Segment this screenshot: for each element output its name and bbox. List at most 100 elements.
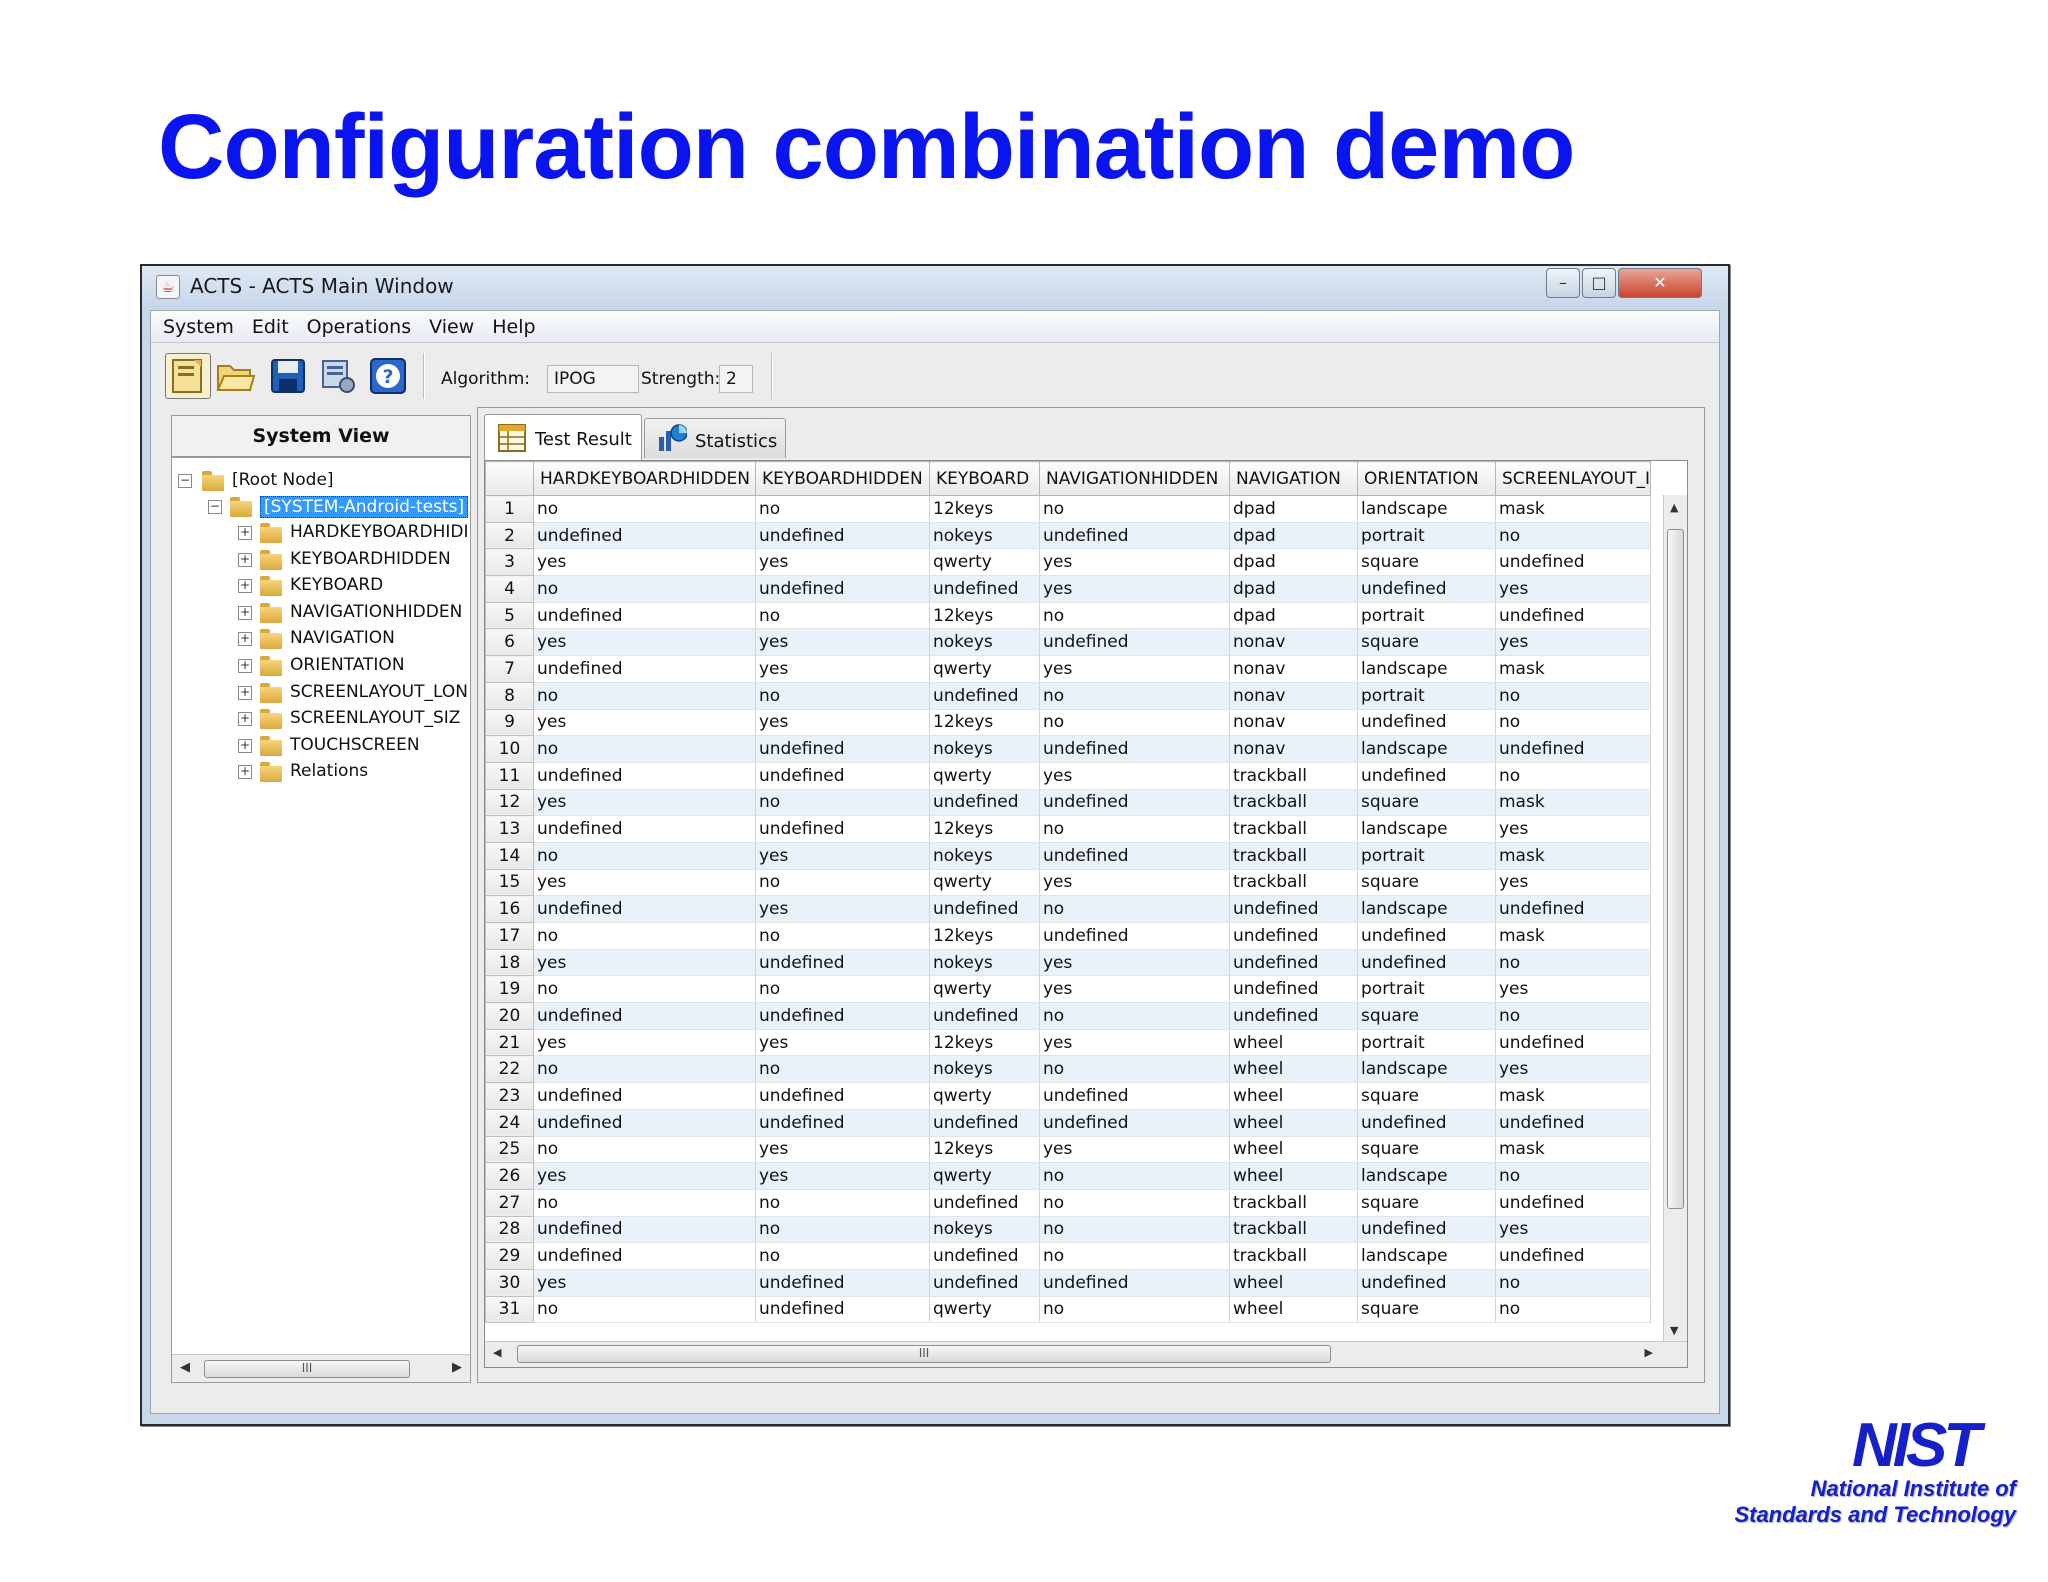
table-cell[interactable]: undefined [533,1216,756,1244]
table-row[interactable]: 16 undefined yes undefined no undefined landsc… [485,895,1652,923]
column-header[interactable]: KEYBOARDHIDDEN [755,461,930,496]
table-cell[interactable]: undefined [1495,1189,1652,1217]
table-cell[interactable]: landscape [1357,1242,1496,1270]
table-cell[interactable]: undefined [755,522,930,550]
table-cell[interactable]: wheel [1229,1136,1358,1164]
table-cell[interactable]: qwerty [929,1162,1040,1190]
table-cell[interactable]: undefined [929,1269,1040,1297]
build-button[interactable] [315,353,361,399]
table-row[interactable]: 17 no no 12keys undefined undefined undefined m… [485,922,1652,950]
table-cell[interactable]: undefined [1039,735,1230,763]
table-cell[interactable]: undefined [533,522,756,550]
table-cell[interactable]: qwerty [929,762,1040,790]
table-cell[interactable]: no [533,735,756,763]
table-cell[interactable]: no [755,1189,930,1217]
table-cell[interactable]: yes [1495,869,1652,897]
table-cell[interactable]: 12keys [929,1136,1040,1164]
table-cell[interactable]: yes [533,1162,756,1190]
table-cell[interactable]: dpad [1229,575,1358,603]
table-cell[interactable]: yes [1039,975,1230,1004]
table-cell[interactable]: square [1357,1136,1496,1164]
table-cell[interactable]: landscape [1357,815,1496,843]
table-row[interactable]: 20 undefined undefined undefined no undefined… [485,1002,1652,1030]
table-cell[interactable]: nonav [1229,655,1358,683]
column-header[interactable]: KEYBOARD [929,461,1040,496]
column-header[interactable]: ORIENTATION [1357,461,1496,496]
table-cell[interactable]: mask [1495,842,1652,870]
table-cell[interactable]: undefined [1039,1082,1230,1110]
strength-field[interactable]: 2 [719,365,753,393]
table-cell[interactable]: no [755,975,930,1004]
table-cell[interactable]: no [533,975,756,1004]
grid-hscrollbar[interactable]: ◀ III ▶ [485,1341,1687,1367]
table-cell[interactable]: no [1039,1216,1230,1244]
tab-test-result[interactable]: Test Result [484,414,642,460]
table-cell[interactable]: yes [533,869,756,897]
scroll-right-icon[interactable]: ▶ [1645,1346,1653,1359]
table-cell[interactable]: no [755,602,930,630]
table-row[interactable]: 15 yes no qwerty yes trackball square yes [485,868,1652,897]
table-cell[interactable]: no [755,869,930,897]
table-cell[interactable]: trackball [1229,762,1358,790]
table-cell[interactable]: no [1039,1242,1230,1270]
table-cell[interactable]: nonav [1229,682,1358,710]
menu-help[interactable]: Help [480,311,541,338]
table-cell[interactable]: no [1495,1269,1652,1297]
table-cell[interactable]: qwerty [929,548,1040,577]
table-row[interactable]: 8 no no undefined no nonav portrait no [485,681,1652,710]
expand-icon[interactable]: + [238,579,252,594]
table-cell[interactable]: no [1495,949,1652,977]
table-row[interactable]: 4 no undefined undefined yes dpad undefined yes [485,575,1652,603]
table-cell[interactable]: wheel [1229,1055,1358,1084]
table-cell[interactable]: no [1495,522,1652,550]
table-cell[interactable]: mask [1495,922,1652,950]
table-cell[interactable]: no [1039,709,1230,737]
table-cell[interactable]: no [533,682,756,710]
table-cell[interactable]: landscape [1357,1055,1496,1084]
table-cell[interactable]: no [533,842,756,870]
table-cell[interactable]: no [1039,1162,1230,1190]
table-cell[interactable]: undefined [1357,922,1496,950]
scroll-right-icon[interactable]: ▶ [452,1360,462,1375]
table-cell[interactable]: undefined [1229,949,1358,977]
table-cell[interactable]: undefined [1039,522,1230,550]
table-cell[interactable]: 12keys [929,709,1040,737]
grid-vscrollbar[interactable]: ▲ ▼ [1663,495,1687,1341]
table-cell[interactable]: undefined [1229,1002,1358,1030]
table-row[interactable]: 29 undefined no undefined no trackball landsca… [485,1242,1652,1270]
table-cell[interactable]: no [533,1055,756,1084]
table-cell[interactable]: dpad [1229,602,1358,630]
table-cell[interactable]: nokeys [929,628,1040,657]
table-cell[interactable]: landscape [1357,495,1496,523]
table-cell[interactable]: undefined [755,1269,930,1297]
column-header[interactable]: SCREENLAYOUT_I [1494,461,1652,496]
table-cell[interactable]: no [755,1055,930,1084]
table-cell[interactable]: yes [1039,548,1230,577]
table-cell[interactable]: undefined [1357,1216,1496,1244]
table-cell[interactable]: no [1039,1296,1230,1324]
menu-view[interactable]: View [417,311,480,338]
minimize-button[interactable]: – [1546,268,1580,298]
table-row[interactable]: 19 no no qwerty yes undefined portrait yes [485,975,1652,1004]
table-cell[interactable]: nokeys [929,1055,1040,1084]
table-cell[interactable]: undefined [929,1242,1040,1270]
table-cell[interactable]: 12keys [929,922,1040,950]
table-cell[interactable]: portrait [1357,1029,1496,1057]
table-cell[interactable]: undefined [1495,602,1652,630]
table-row[interactable]: 24 undefined undefined undefined undefined wh… [485,1108,1652,1137]
table-cell[interactable]: portrait [1357,975,1496,1004]
table-cell[interactable]: portrait [1357,522,1496,550]
table-cell[interactable]: yes [755,1162,930,1190]
table-cell[interactable]: no [1495,1002,1652,1030]
table-cell[interactable]: square [1357,789,1496,817]
table-cell[interactable]: undefined [1039,922,1230,950]
table-cell[interactable]: square [1357,628,1496,657]
table-cell[interactable]: qwerty [929,869,1040,897]
table-cell[interactable]: yes [755,1136,930,1164]
table-cell[interactable]: mask [1495,495,1652,523]
table-cell[interactable]: square [1357,1002,1496,1030]
table-cell[interactable]: undefined [533,602,756,630]
table-row[interactable]: 21 yes yes 12keys yes wheel portrait undefined [485,1028,1652,1057]
expand-icon[interactable]: + [238,738,252,753]
table-cell[interactable]: landscape [1357,735,1496,763]
